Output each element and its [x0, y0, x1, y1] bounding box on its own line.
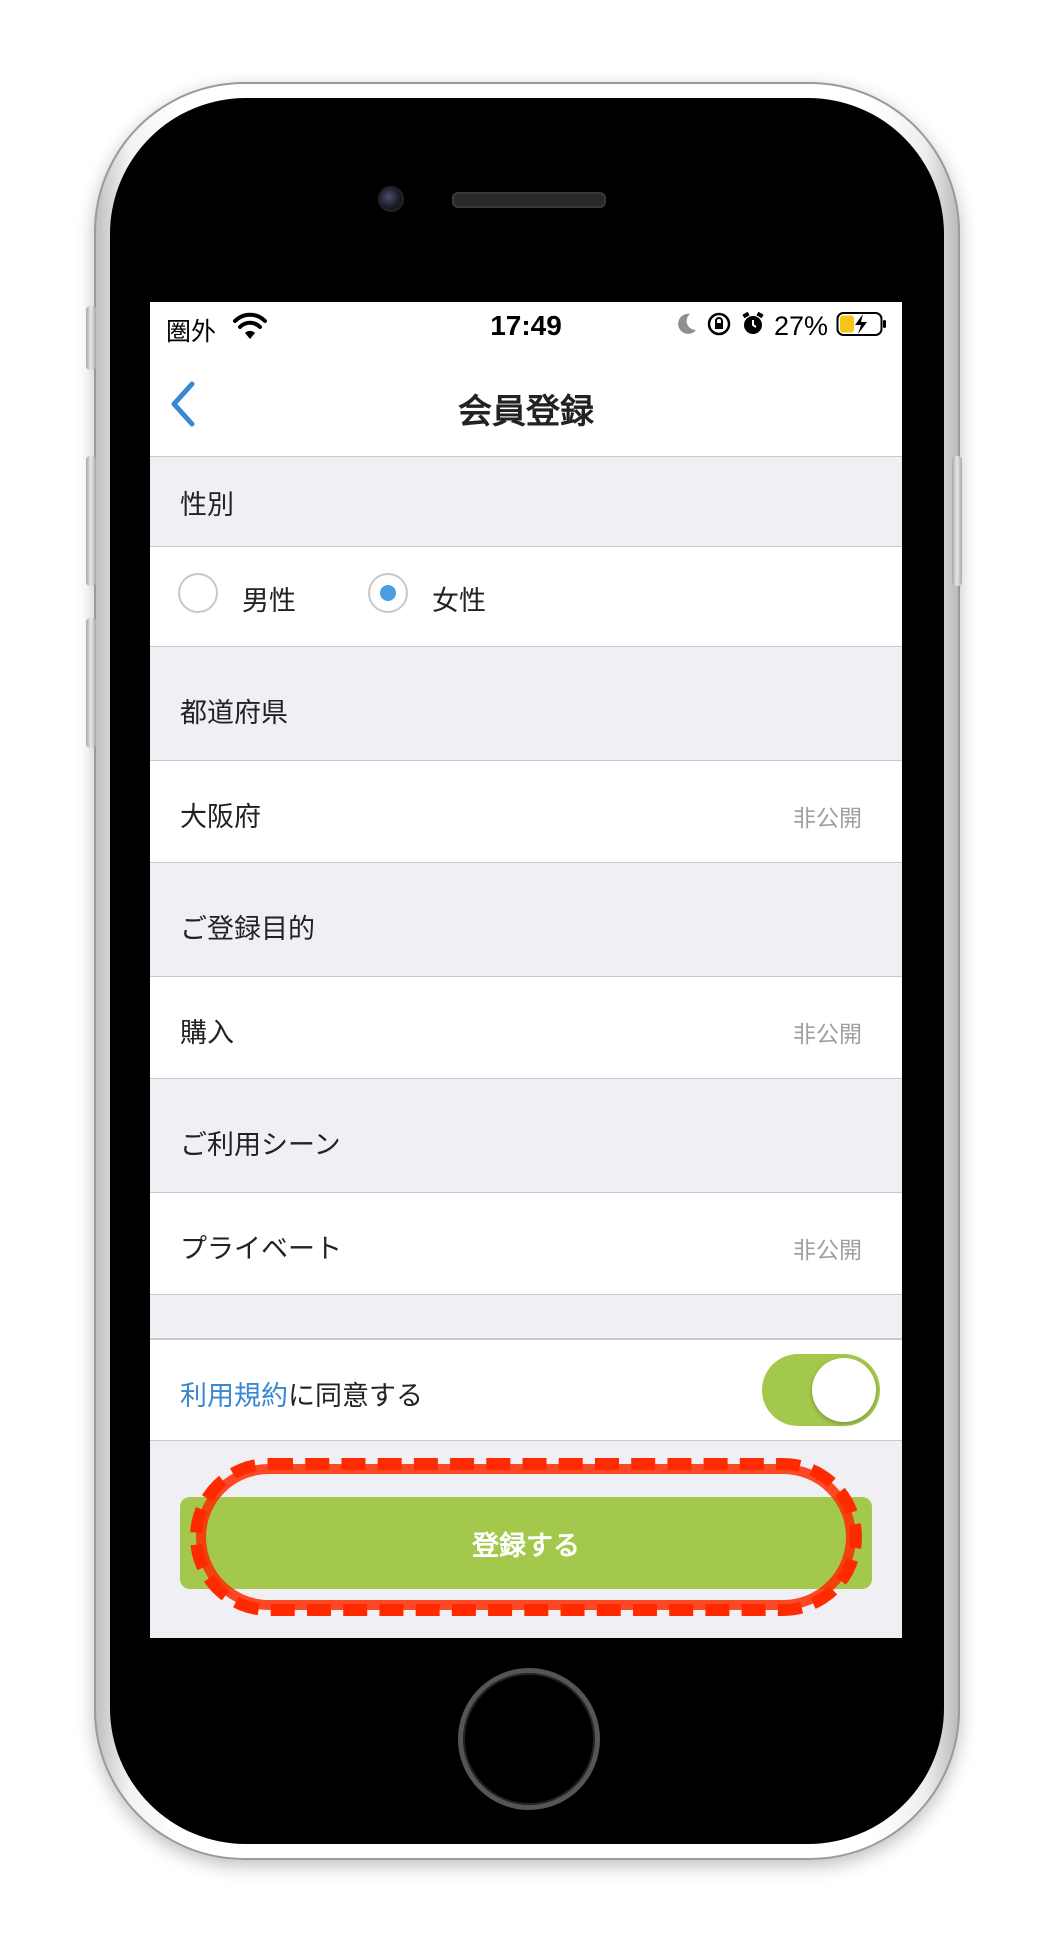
purpose-section-header: ご登録目的 [150, 863, 902, 977]
status-right-icons: 27% [676, 310, 888, 343]
volume-up-button [86, 456, 96, 586]
home-button[interactable] [458, 1668, 600, 1810]
terms-text: 利用規約に同意する [180, 1374, 423, 1413]
scene-header-label: ご利用シーン [180, 1130, 341, 1161]
screen: 圏外 17:49 27% 会員登録 性別 男性 女性 都道府県 大阪府 非公開 … [150, 302, 902, 1638]
purpose-privacy[interactable]: 非公開 [793, 1015, 862, 1049]
radio-female[interactable] [368, 573, 408, 613]
scene-section-header: ご利用シーン [150, 1079, 902, 1193]
register-button[interactable]: 登録する [180, 1497, 872, 1589]
alarm-icon [740, 311, 766, 342]
prefecture-section-header: 都道府県 [150, 647, 902, 761]
terms-toggle[interactable] [762, 1354, 880, 1426]
terms-row: 利用規約に同意する [150, 1339, 902, 1441]
volume-down-button [86, 618, 96, 748]
toggle-knob [812, 1358, 876, 1422]
mute-switch [86, 306, 96, 370]
status-bar: 圏外 17:49 27% [150, 302, 902, 354]
purpose-row[interactable]: 購入 非公開 [150, 977, 902, 1079]
navigation-bar: 会員登録 [150, 354, 902, 457]
gender-options-row: 男性 女性 [150, 547, 902, 647]
purpose-value: 購入 [180, 1018, 234, 1049]
terms-link[interactable]: 利用規約 [180, 1381, 288, 1412]
prefecture-value: 大阪府 [180, 802, 261, 833]
prefecture-row[interactable]: 大阪府 非公開 [150, 761, 902, 863]
terms-spacer [150, 1295, 902, 1339]
front-camera [378, 186, 404, 212]
radio-male[interactable] [178, 573, 218, 613]
prefecture-header-label: 都道府県 [180, 698, 288, 729]
scene-privacy[interactable]: 非公開 [793, 1231, 862, 1265]
gender-section-header: 性別 [150, 457, 902, 547]
prefecture-privacy[interactable]: 非公開 [793, 799, 862, 833]
purpose-header-label: ご登録目的 [180, 914, 315, 945]
battery-percent: 27% [773, 311, 828, 341]
moon-icon [676, 312, 698, 341]
radio-female-label: 女性 [432, 586, 486, 617]
battery-charging-icon [836, 310, 888, 343]
scene-value: プライベート [180, 1234, 342, 1265]
page-title: 会員登録 [458, 392, 594, 432]
radio-male-label: 男性 [242, 586, 296, 617]
power-button [952, 456, 962, 586]
earpiece-speaker [452, 192, 606, 208]
gender-header-label: 性別 [180, 490, 234, 521]
terms-agree-label: に同意する [288, 1381, 423, 1412]
orientation-lock-icon [706, 311, 732, 342]
scene-row[interactable]: プライベート 非公開 [150, 1193, 902, 1295]
